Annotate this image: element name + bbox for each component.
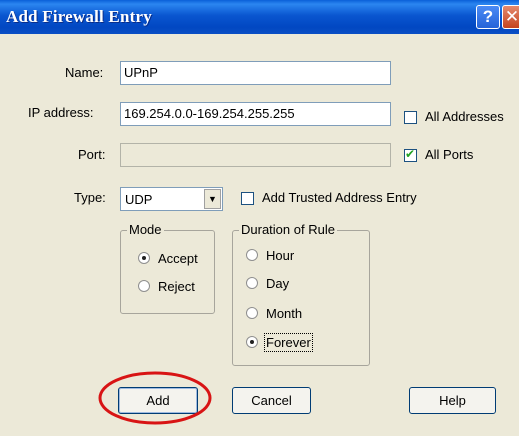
duration-month-label: Month: [266, 306, 303, 321]
radio-icon[interactable]: [138, 280, 150, 292]
all-ports-checkbox[interactable]: ✔: [404, 147, 417, 162]
firewall-dialog: Add Firewall Entry ? ✕ Name: UPnP IP add…: [0, 0, 519, 436]
title-bar[interactable]: Add Firewall Entry ? ✕: [0, 0, 519, 34]
mode-legend: Mode: [127, 222, 164, 237]
duration-group: Duration of Rule Hour Day Month Forever: [232, 222, 370, 366]
close-icon[interactable]: ✕: [502, 5, 519, 29]
all-addresses-checkbox[interactable]: [404, 111, 417, 124]
type-label: Type:: [74, 190, 106, 205]
ip-address-label: IP address:: [28, 105, 94, 120]
name-input[interactable]: UPnP: [120, 61, 391, 85]
help-button[interactable]: Help: [409, 387, 496, 414]
type-select-value: UDP: [125, 192, 153, 207]
type-select[interactable]: UDP ▼: [120, 187, 223, 211]
all-ports-label: All Ports: [425, 147, 474, 162]
radio-icon[interactable]: [246, 336, 258, 348]
mode-group: Mode Accept Reject: [120, 222, 215, 314]
radio-icon[interactable]: [246, 307, 258, 319]
mode-reject-label: Reject: [158, 279, 195, 294]
ip-address-input[interactable]: 169.254.0.0-169.254.255.255: [120, 102, 391, 126]
trusted-address-label: Add Trusted Address Entry: [262, 190, 417, 205]
port-label: Port:: [78, 147, 106, 162]
duration-legend: Duration of Rule: [239, 222, 337, 237]
trusted-address-checkbox[interactable]: [241, 192, 254, 205]
name-label: Name:: [65, 65, 104, 80]
mode-accept-label: Accept: [158, 251, 198, 266]
radio-icon[interactable]: [246, 277, 258, 289]
help-icon[interactable]: ?: [476, 5, 500, 29]
add-button[interactable]: Add: [118, 387, 198, 414]
duration-day-label: Day: [266, 276, 290, 291]
duration-hour-label: Hour: [266, 248, 295, 263]
dialog-title: Add Firewall Entry: [6, 7, 152, 26]
radio-icon[interactable]: [246, 249, 258, 261]
port-input[interactable]: [120, 143, 391, 167]
radio-icon[interactable]: [138, 252, 150, 264]
cancel-button[interactable]: Cancel: [232, 387, 311, 414]
duration-forever-label: Forever: [264, 333, 313, 352]
all-addresses-label: All Addresses: [425, 109, 504, 124]
checkmark-icon: ✔: [405, 147, 416, 161]
chevron-down-icon[interactable]: ▼: [204, 189, 221, 209]
